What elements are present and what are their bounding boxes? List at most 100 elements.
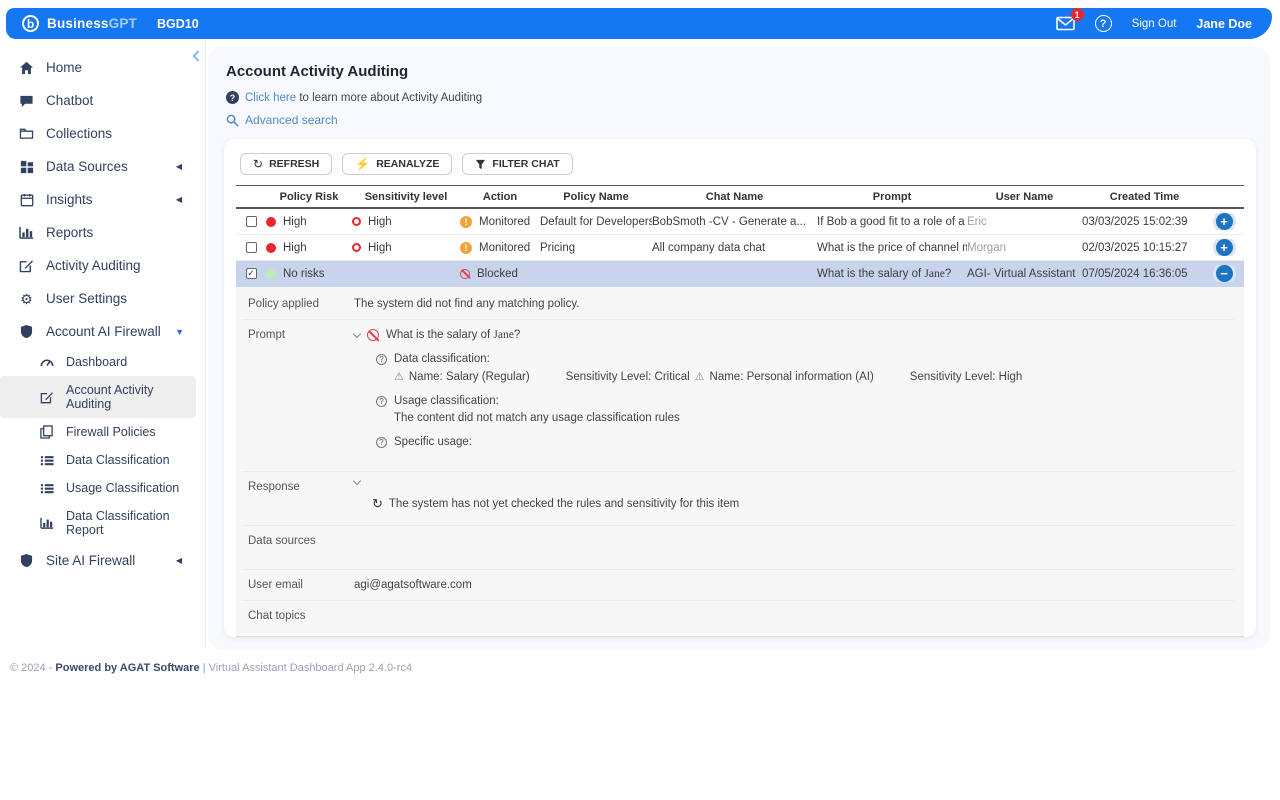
detail-chat-topics: Chat topics [242, 601, 1234, 636]
footer-powered-by: Powered by AGAT Software [55, 662, 200, 674]
question-circle-icon: ? [376, 353, 387, 365]
reanalyze-label: REANALYZE [376, 158, 440, 170]
row-checkbox[interactable] [245, 216, 257, 227]
grid-icon [18, 160, 35, 174]
page-title: Account Activity Auditing [226, 63, 409, 80]
collapse-row-button[interactable]: − [1215, 265, 1233, 282]
sidebar-item-firewall-policies[interactable]: Firewall Policies [0, 418, 206, 446]
risk-high-icon [266, 216, 276, 227]
sidebar-item-reports[interactable]: Reports [0, 216, 206, 249]
column-header-created-time[interactable]: Created Time [1082, 191, 1207, 203]
footer-version: | Virtual Assistant Dashboard App 2.4.0-… [199, 662, 413, 674]
sidebar-item-chatbot[interactable]: Chatbot [0, 84, 206, 117]
data-sources-value [354, 535, 1234, 560]
specific-usage-label: Specific usage: [394, 436, 472, 448]
learn-more-link[interactable]: Click here [245, 92, 296, 104]
response-status-text: The system has not yet checked the rules… [388, 497, 740, 510]
advanced-search-link[interactable]: Advanced search [226, 113, 1256, 127]
bar-chart-icon [38, 517, 55, 529]
sensitivity-high-icon [352, 243, 361, 252]
expand-row-button[interactable]: + [1215, 213, 1233, 230]
filter-chat-label: FILTER CHAT [492, 158, 560, 170]
detail-label: Response [248, 481, 300, 493]
column-header-action[interactable]: Action [460, 191, 540, 203]
help-button[interactable]: ? [1094, 15, 1112, 32]
detail-label: User email [248, 579, 303, 591]
action-label: Monitored [479, 215, 531, 228]
edit-icon [38, 391, 55, 404]
sidebar-item-user-settings[interactable]: ⚙ User Settings [0, 282, 206, 315]
sidebar-item-label: Data Classification [66, 453, 170, 467]
risk-high-icon [266, 242, 276, 253]
created-time-cell: 03/03/2025 15:02:39 [1082, 215, 1188, 228]
row-checkbox[interactable] [245, 242, 257, 253]
chevron-left-icon: ◀ [175, 162, 182, 171]
question-circle-icon: ? [376, 436, 387, 448]
sidebar-item-data-classification-report[interactable]: Data Classification Report [0, 502, 206, 544]
sensitivity-high-icon [352, 217, 361, 226]
sidebar-item-data-classification[interactable]: Data Classification [0, 446, 206, 474]
sidebar-item-label: Collections [46, 126, 113, 141]
sidebar-item-home[interactable]: Home [0, 51, 206, 84]
mail-button[interactable]: 1 [1055, 8, 1084, 31]
blocked-icon [367, 329, 379, 341]
sidebar-item-dashboard[interactable]: Dashboard [0, 348, 206, 376]
table-row[interactable]: High High ! Monitored Pricing All compan… [236, 235, 1244, 261]
classification-name: Name: Salary (Regular) [408, 370, 530, 383]
column-header-policy-name[interactable]: Policy Name [540, 191, 652, 203]
sign-out-button[interactable]: Sign Out [1132, 18, 1177, 30]
sidebar-item-label: Usage Classification [66, 481, 180, 495]
edit-icon [18, 259, 35, 273]
sidebar-item-account-ai-firewall[interactable]: Account AI Firewall ▼ [0, 315, 206, 348]
detail-value: The system did not find any matching pol… [354, 298, 580, 310]
chat-name-cell: BobSmoth -CV - Generate a... [652, 215, 807, 228]
sidebar-item-data-sources[interactable]: Data Sources ◀ [0, 150, 206, 183]
column-header-prompt[interactable]: Prompt [817, 191, 967, 203]
bar-chart-icon [18, 226, 35, 239]
sidebar-item-insights[interactable]: Insights ◀ [0, 183, 206, 216]
toolbar: ↻ REFRESH ⚡ REANALYZE FILTER CHAT [240, 153, 1244, 175]
chevron-left-icon: ◀ [175, 556, 182, 565]
main-panel: Account Activity Auditing ? Click here t… [208, 47, 1270, 649]
sidebar-item-label: Activity Auditing [46, 258, 141, 273]
prompt-cell: What is the salary of Jane? [817, 267, 952, 280]
sensitivity-label: High [368, 215, 392, 228]
sidebar-item-usage-classification[interactable]: Usage Classification [0, 474, 206, 502]
classification-level: Sensitivity Level: Critical [565, 370, 690, 383]
table-row[interactable]: High High ! Monitored Default for Develo… [236, 209, 1244, 235]
brand[interactable]: b BusinessGPT BGD10 [22, 15, 199, 32]
sidebar-item-collections[interactable]: Collections [0, 117, 206, 150]
sidebar-item-label: Account AI Firewall [46, 324, 161, 339]
no-risks-icon [266, 268, 276, 279]
refresh-icon: ↻ [372, 496, 383, 511]
reanalyze-button[interactable]: ⚡ REANALYZE [342, 153, 453, 175]
sidebar-item-account-activity-auditing[interactable]: Account Activity Auditing [0, 376, 196, 418]
column-header-policy-risk[interactable]: Policy Risk [266, 191, 352, 203]
lightning-icon: ⚡ [355, 157, 371, 171]
environment-label: BGD10 [156, 16, 199, 31]
sidebar-item-label: Insights [46, 192, 93, 207]
sidebar-collapse-button[interactable] [191, 49, 201, 63]
table-card: ↻ REFRESH ⚡ REANALYZE FILTER CHAT Policy [224, 139, 1256, 637]
classification-line: ⚠ Name: Salary (Regular) Sensitivity Lev… [394, 370, 1234, 384]
sidebar-item-site-ai-firewall[interactable]: Site AI Firewall ◀ [0, 544, 206, 577]
refresh-button[interactable]: ↻ REFRESH [240, 153, 333, 175]
user-menu[interactable]: Jane Doe [1196, 17, 1252, 31]
sidebar-item-activity-auditing[interactable]: Activity Auditing [0, 249, 206, 282]
footer-copyright: © 2024 - [10, 662, 56, 674]
gear-icon: ⚙ [20, 290, 33, 307]
chevron-down-icon[interactable] [352, 329, 362, 338]
chevron-down-icon[interactable] [352, 476, 362, 486]
column-header-chat-name[interactable]: Chat Name [652, 191, 817, 203]
expand-row-button[interactable]: + [1215, 239, 1233, 256]
classification-name: Name: Personal information (AI) [709, 370, 874, 383]
policy-name-cell: Pricing [540, 241, 576, 254]
column-header-sensitivity-level[interactable]: Sensitivity level [352, 191, 460, 203]
table-row-selected[interactable]: ✓ No risks Blocked What is the salary of… [236, 261, 1244, 287]
sensitivity-label: High [368, 241, 392, 254]
businessgpt-logo-icon: b [22, 15, 39, 32]
column-header-user-name[interactable]: User Name [967, 191, 1082, 203]
detail-response: Response ↻ The system has not yet checke… [242, 472, 1234, 526]
row-checkbox-checked[interactable]: ✓ [245, 268, 257, 279]
filter-chat-button[interactable]: FILTER CHAT [462, 153, 573, 175]
